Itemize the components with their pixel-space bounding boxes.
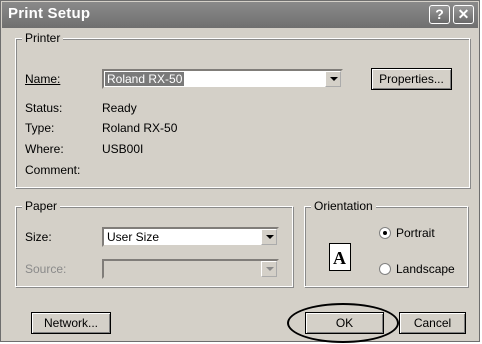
- close-button[interactable]: ✕: [453, 5, 474, 24]
- properties-button[interactable]: Properties...: [371, 68, 452, 90]
- comment-label: Comment:: [25, 163, 81, 177]
- name-label-text: Name:: [25, 72, 61, 86]
- chevron-down-icon[interactable]: [325, 71, 341, 87]
- paper-source-combo[interactable]: [102, 259, 279, 279]
- chevron-down-icon[interactable]: [261, 229, 277, 245]
- name-label: Name:: [25, 72, 60, 86]
- title-bar: Print Setup ? ✕: [2, 2, 478, 28]
- printer-name-combo[interactable]: Roland RX-50: [102, 69, 343, 89]
- printer-group: Printer: [15, 31, 470, 188]
- type-label: Type:: [25, 121, 55, 135]
- paper-size-combo[interactable]: User Size: [102, 227, 279, 247]
- printer-name-value: Roland RX-50: [105, 72, 185, 86]
- landscape-radio[interactable]: [379, 263, 391, 275]
- chevron-down-icon[interactable]: [261, 261, 277, 277]
- cancel-button[interactable]: Cancel: [399, 312, 466, 334]
- landscape-label[interactable]: Landscape: [396, 262, 455, 276]
- page-glyph: A: [333, 248, 346, 268]
- paper-group-label: Paper: [22, 199, 61, 213]
- highlight-ellipse: [287, 303, 399, 343]
- type-value: Roland RX-50: [102, 121, 178, 135]
- help-button[interactable]: ?: [429, 5, 450, 24]
- portrait-radio[interactable]: [379, 227, 391, 239]
- status-value: Ready: [102, 101, 137, 115]
- portrait-label[interactable]: Portrait: [396, 226, 435, 240]
- size-label: Size:: [25, 230, 52, 244]
- network-button[interactable]: Network...: [31, 312, 111, 334]
- where-value: USB00I: [102, 142, 144, 156]
- portrait-page-icon: A: [329, 243, 351, 271]
- orientation-group-label: Orientation: [311, 199, 376, 213]
- status-label: Status:: [25, 101, 63, 115]
- dialog-title: Print Setup: [8, 5, 91, 22]
- source-label: Source:: [25, 262, 67, 276]
- paper-size-value: User Size: [107, 230, 160, 244]
- print-setup-dialog: Print Setup ? ✕ Printer Name: Roland RX-…: [0, 0, 480, 343]
- printer-group-label: Printer: [22, 31, 64, 45]
- where-label: Where:: [25, 142, 64, 156]
